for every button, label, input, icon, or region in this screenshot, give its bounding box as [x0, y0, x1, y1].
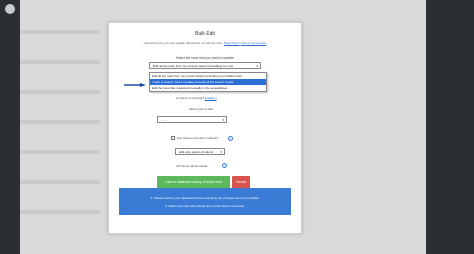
rows-select[interactable]: Edit all the rows from my current search… — [149, 62, 261, 69]
need-help-link[interactable]: Need help? — [224, 41, 240, 45]
wordpress-logo-icon — [5, 4, 15, 14]
slower-execution-label: Use slower execution method? — [177, 136, 219, 140]
tutorials-link[interactable]: Check our tutorials — [241, 41, 267, 45]
notice-line-2: 2. Make sure bulk edit settings are corr… — [165, 204, 245, 208]
right-panel — [426, 0, 474, 254]
parent-products-select[interactable]: Edit only parent products ▾ — [175, 148, 225, 155]
background-row — [20, 120, 100, 124]
background-row — [20, 90, 100, 94]
help-icon[interactable]: ? — [228, 136, 233, 141]
edit-type-label: Select type of edit — [189, 107, 213, 111]
chevron-down-icon: ▾ — [256, 64, 258, 68]
edit-type-value: - - - — [161, 118, 166, 122]
notice-line-1: 1. Please backup your database before ex… — [150, 196, 260, 200]
items-count-text: 327 items will be edited. — [176, 164, 209, 168]
edit-type-select[interactable]: - - - ▾ — [157, 116, 227, 123]
dropdown-option[interactable]: Edit the rows that I selected manually i… — [150, 85, 266, 91]
bulk-edit-modal: Bulk Edit Using this tool you can update… — [108, 22, 302, 234]
modal-intro: Using this tool you can update thousands… — [113, 41, 297, 45]
rows-dropdown-menu: Edit all the rows from my current search… — [149, 72, 267, 92]
background-row — [20, 180, 100, 184]
background-row — [20, 150, 100, 154]
missing-column-hint: A column is missing? Enable it — [176, 96, 217, 100]
backup-notice: 1. Please backup your database before ex… — [119, 188, 291, 215]
chevron-down-icon: ▾ — [220, 150, 222, 154]
background-row — [20, 30, 100, 34]
slower-execution-checkbox[interactable] — [171, 136, 175, 140]
intro-text: Using this tool you can update thousands… — [143, 41, 223, 45]
parent-products-value: Edit only parent products — [179, 150, 214, 154]
pointer-arrow-icon — [124, 83, 146, 87]
rows-select-value: Edit all the rows from my current search… — [153, 64, 234, 68]
admin-sidebar — [0, 0, 20, 254]
chevron-down-icon: ▾ — [222, 118, 224, 122]
enable-column-link[interactable]: Enable it — [205, 96, 217, 100]
background-row — [20, 60, 100, 64]
background-row — [20, 210, 100, 214]
missing-column-text: A column is missing? — [176, 96, 205, 100]
rows-select-label: Select the rows that you want to update. — [175, 56, 235, 60]
help-icon[interactable]: ? — [222, 163, 227, 168]
modal-title: Bulk Edit — [195, 31, 215, 37]
